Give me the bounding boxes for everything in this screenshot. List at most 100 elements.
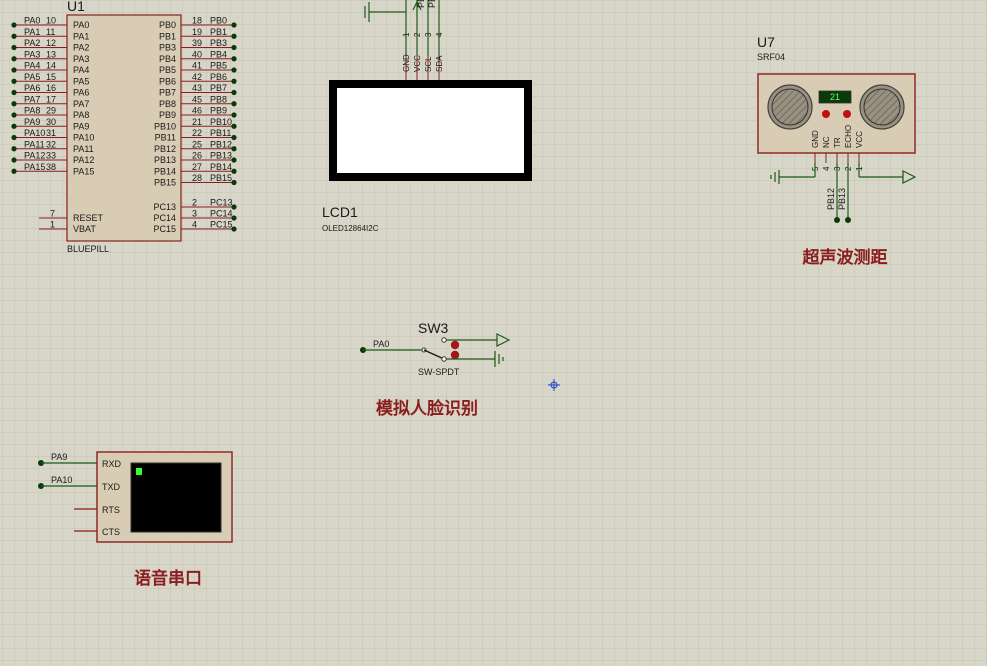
u1-right-pin-number: 22	[192, 128, 202, 138]
lcd-net-sda: PB	[427, 0, 437, 8]
u1-right-pin-number: 18	[192, 16, 202, 26]
u1-right-pin-number: 26	[192, 151, 202, 161]
u1-right-pins: PB0 18 PB0PB1 19 PB1PB3 39 PB3PB4 40 PB4PB5 41 PB5…	[153, 16, 237, 234]
sw3-value: SW-SPDT	[418, 367, 460, 377]
lcd-pin-name: VCC	[413, 55, 422, 72]
u1-left-pin-name: PA1	[73, 31, 89, 41]
u1-left-net-label: PA8	[24, 106, 40, 116]
u1-right-net-label: PB11	[210, 128, 231, 138]
u1-left-pin-name: PA11	[73, 144, 94, 154]
u1-left-net-label: PA9	[24, 117, 40, 127]
u1-right-pin-number: 42	[192, 72, 202, 82]
u1-left-pin-name: VBAT	[73, 224, 96, 234]
u1-right-net-label: PB13	[210, 151, 232, 161]
u1-pin-junction	[11, 89, 17, 96]
u1-left-pin-number: 15	[46, 72, 56, 82]
sw3-reference: SW3	[418, 320, 449, 336]
u1-left-pin-number: 16	[46, 83, 56, 93]
u1-right-pin-name: PB4	[159, 54, 176, 64]
u1-left-pin-number: 32	[46, 139, 56, 149]
terminal-pin-rxd: RXD	[102, 459, 122, 469]
u1-right-net-label: PB9	[210, 106, 227, 116]
u1-pin-junction	[11, 123, 17, 129]
u1-pin-junction	[231, 123, 237, 129]
u1-right-net-label: PB3	[210, 38, 227, 48]
u7-echo-junction	[845, 217, 851, 223]
u1-reference: U1	[67, 0, 85, 14]
u1-pin-junction	[231, 112, 237, 118]
sw3-net-label: PA0	[373, 339, 389, 349]
u1-pin-junction	[11, 56, 17, 62]
u7-pin-name: GND	[811, 130, 820, 148]
schematic-canvas[interactable]: U1 BLUEPILL PA0 10 PA0PA1 11 PA1PA2 12 PA2PA3 1…	[0, 0, 987, 666]
u1-right-pin-name: PB8	[159, 99, 176, 109]
u1-left-pin-number: 14	[46, 61, 56, 71]
u1-pin-junction	[231, 78, 237, 84]
u7-readout-value: 21	[830, 92, 840, 102]
u1-left-net-label: PA1	[24, 27, 40, 37]
u1-right-pin-number: 19	[192, 27, 202, 37]
u1-left-net-label: PA15	[24, 162, 45, 172]
u1-left-pin-name: PA3	[73, 54, 89, 64]
u1-left-net-label: PA11	[24, 139, 45, 149]
u1-left-net-label: PA5	[24, 72, 40, 82]
u1-pin-junction	[11, 67, 17, 73]
u1-right-pin-name: PB0	[159, 20, 176, 30]
sw3-contact-bottom	[441, 356, 447, 362]
terminal-screen	[130, 462, 222, 533]
lcd-reference: LCD1	[322, 204, 358, 220]
u1-pin-junction	[11, 22, 17, 28]
u1-left-pin-name: PA4	[73, 65, 89, 75]
u1-right-net-label: PB6	[210, 72, 227, 82]
u1-left-pin-name: PA0	[73, 20, 89, 30]
sw3-contact-top	[441, 337, 447, 343]
u1-pin-junction	[11, 146, 17, 152]
u1-right-pin-name: PB1	[159, 31, 176, 41]
u1-right-net-label: PB14	[210, 162, 232, 172]
u7-caption: 超声波测距	[803, 247, 888, 267]
u7-pin-name: VCC	[855, 131, 864, 148]
u1-left-net-label: PA0	[24, 16, 40, 26]
u1-left-pin-name: PA12	[73, 155, 94, 165]
u1-right-pin-number: 27	[192, 162, 202, 172]
u1-left-pin-name: PA6	[73, 88, 89, 98]
u1-left-pin-number: 38	[46, 162, 56, 172]
u1-pin-junction	[11, 33, 17, 39]
u1-left-net-label: PA12	[24, 151, 45, 161]
u1-right-pin-name: PB12	[154, 144, 176, 154]
lcd-pin-name: SCL	[424, 56, 433, 72]
u1-pin-junction	[231, 134, 237, 141]
u1-right-pin-number: 46	[192, 106, 202, 116]
u1-left-net-label: PA7	[24, 94, 40, 104]
u1-pin-junction	[231, 56, 237, 62]
u1-right-net-label: PB5	[210, 61, 227, 71]
u1-value: BLUEPILL	[67, 244, 109, 254]
terminal-cursor	[136, 468, 142, 475]
u7-net-pb13: PB13	[837, 188, 847, 210]
u7-value: SRF04	[757, 52, 785, 62]
u1-right-net-label: PB4	[210, 49, 227, 59]
lcd-pin-name: GND	[402, 54, 411, 72]
u1-left-pin-name: PA15	[73, 166, 94, 176]
u1-right-net-label: PB7	[210, 83, 227, 93]
u1-pin-junction	[11, 168, 17, 174]
u1-right-pin-number: 39	[192, 38, 202, 48]
u1-right-pin-name: PB5	[159, 65, 176, 75]
sw3-toggle-top[interactable]	[450, 340, 460, 350]
u7-pin-name: ECHO	[844, 125, 853, 148]
u1-right-pin-name: PB10	[154, 121, 176, 131]
lcd-pin-number: 1	[402, 32, 411, 37]
u1-right-net-label: PB12	[210, 139, 232, 149]
u7-tr-junction	[834, 217, 840, 223]
u1-right-net-label: PB1	[210, 27, 227, 37]
u7-led-left	[822, 110, 830, 118]
u1-pin-junction	[231, 33, 237, 39]
sw3-toggle-bottom[interactable]	[450, 350, 460, 360]
u1-left-pin-name: PA9	[73, 121, 89, 131]
u1-right-pin-name: PB11	[155, 133, 176, 143]
u1-left-pin-number: 31	[46, 128, 56, 138]
u1-right-pin-name: PB15	[154, 178, 176, 188]
u1-right-pin-number: 45	[192, 94, 202, 104]
lcd-pin-name: SDA	[435, 55, 444, 72]
u1-right-net-label: PC14	[210, 209, 233, 219]
